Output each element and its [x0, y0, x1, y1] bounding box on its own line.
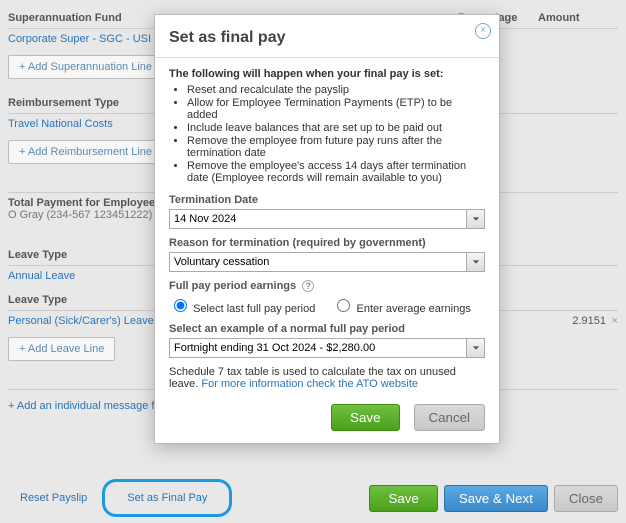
earnings-label-text: Full pay period earnings: [169, 280, 296, 292]
chevron-down-icon[interactable]: [466, 339, 484, 357]
final-pay-modal: × Set as final pay The following will ha…: [154, 14, 500, 444]
footer-bar: Reset Payslip Set as Final Pay Save Save…: [8, 479, 618, 517]
modal-note: Schedule 7 tax table is used to calculat…: [169, 366, 485, 390]
close-button[interactable]: Close: [554, 485, 618, 512]
reason-combo[interactable]: [169, 252, 485, 272]
radio-last-full-pay[interactable]: Select last full pay period: [169, 303, 318, 315]
modal-bullet: Remove the employee from future pay runs…: [187, 135, 485, 159]
radio-last-label: Select last full pay period: [193, 303, 315, 315]
modal-bullet-list: Reset and recalculate the payslip Allow …: [187, 84, 485, 184]
modal-bullet: Remove the employee's access 14 days aft…: [187, 160, 485, 184]
reason-label: Reason for termination (required by gove…: [169, 237, 485, 249]
modal-save-button[interactable]: Save: [331, 404, 399, 431]
reset-payslip-button[interactable]: Reset Payslip: [8, 486, 99, 510]
leave2-amount: 2.9151: [566, 315, 606, 327]
radio-avg-earnings[interactable]: Enter average earnings: [332, 303, 470, 315]
add-reimb-line-button[interactable]: + Add Reimbursement Line: [8, 140, 163, 164]
modal-bullet: Include leave balances that are set up t…: [187, 122, 485, 134]
example-label: Select an example of a normal full pay p…: [169, 323, 485, 335]
modal-title: Set as final pay: [155, 15, 499, 58]
save-button[interactable]: Save: [369, 485, 437, 512]
modal-bullet: Reset and recalculate the payslip: [187, 84, 485, 96]
earnings-label: Full pay period earnings ?: [169, 280, 485, 292]
termination-date-label: Termination Date: [169, 194, 485, 206]
add-super-line-button[interactable]: + Add Superannuation Line: [8, 55, 163, 79]
super-header-amount: Amount: [538, 12, 618, 24]
example-input[interactable]: [170, 340, 466, 356]
radio-avg-label: Enter average earnings: [356, 303, 470, 315]
ato-link[interactable]: For more information check the ATO websi…: [201, 378, 418, 390]
chevron-down-icon[interactable]: [466, 210, 484, 228]
termination-date-input[interactable]: [170, 211, 466, 227]
modal-cancel-button[interactable]: Cancel: [414, 404, 486, 431]
save-next-button[interactable]: Save & Next: [444, 485, 548, 512]
chevron-down-icon[interactable]: [466, 253, 484, 271]
modal-close-icon[interactable]: ×: [475, 23, 491, 39]
radio-avg-earnings-input[interactable]: [337, 299, 350, 312]
modal-lead: The following will happen when your fina…: [169, 68, 485, 80]
radio-last-full-pay-input[interactable]: [174, 299, 187, 312]
set-as-final-pay-highlight: Set as Final Pay: [102, 479, 232, 517]
reason-input[interactable]: [170, 254, 466, 270]
set-as-final-pay-button[interactable]: Set as Final Pay: [115, 486, 219, 510]
remove-leave-line-icon[interactable]: ×: [606, 315, 618, 327]
add-leave-line-button[interactable]: + Add Leave Line: [8, 337, 115, 361]
example-combo[interactable]: [169, 338, 485, 358]
termination-date-combo[interactable]: [169, 209, 485, 229]
help-icon[interactable]: ?: [302, 280, 314, 292]
modal-bullet: Allow for Employee Termination Payments …: [187, 97, 485, 121]
